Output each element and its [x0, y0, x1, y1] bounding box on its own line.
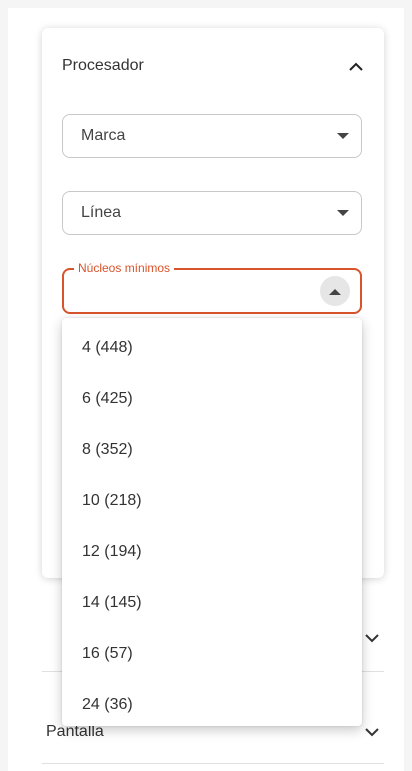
caret-up-icon [329, 288, 341, 295]
option-cores-24[interactable]: 24 (36) [62, 679, 362, 730]
chevron-down-icon [360, 626, 384, 650]
line-select-value: Línea [81, 204, 122, 221]
brand-select[interactable]: Marca [62, 114, 362, 158]
processor-accordion-header[interactable]: Procesador [62, 54, 368, 78]
caret-down-icon [337, 127, 349, 145]
chevron-up-icon[interactable] [344, 54, 368, 78]
brand-select-value: Marca [81, 127, 126, 144]
option-cores-4[interactable]: 4 (448) [62, 322, 362, 373]
option-cores-12[interactable]: 12 (194) [62, 526, 362, 577]
option-cores-6[interactable]: 6 (425) [62, 373, 362, 424]
min-cores-label: Núcleos mínimos [74, 261, 175, 275]
line-select[interactable]: Línea [62, 191, 362, 235]
option-cores-16[interactable]: 16 (57) [62, 628, 362, 679]
caret-down-icon [337, 204, 349, 222]
accordion-title: Procesador [62, 57, 144, 74]
option-cores-8[interactable]: 8 (352) [62, 424, 362, 475]
divider [42, 763, 384, 764]
page: Pantalla Procesador Marca Línea Núcleos [0, 0, 412, 771]
option-cores-14[interactable]: 14 (145) [62, 577, 362, 628]
min-cores-select[interactable]: Núcleos mínimos [62, 261, 362, 314]
option-cores-10[interactable]: 10 (218) [62, 475, 362, 526]
min-cores-options-list: 4 (448) 6 (425) 8 (352) 10 (218) 12 (194… [62, 318, 362, 726]
chevron-down-icon [360, 720, 384, 744]
collapse-dropdown-button[interactable] [320, 276, 350, 306]
